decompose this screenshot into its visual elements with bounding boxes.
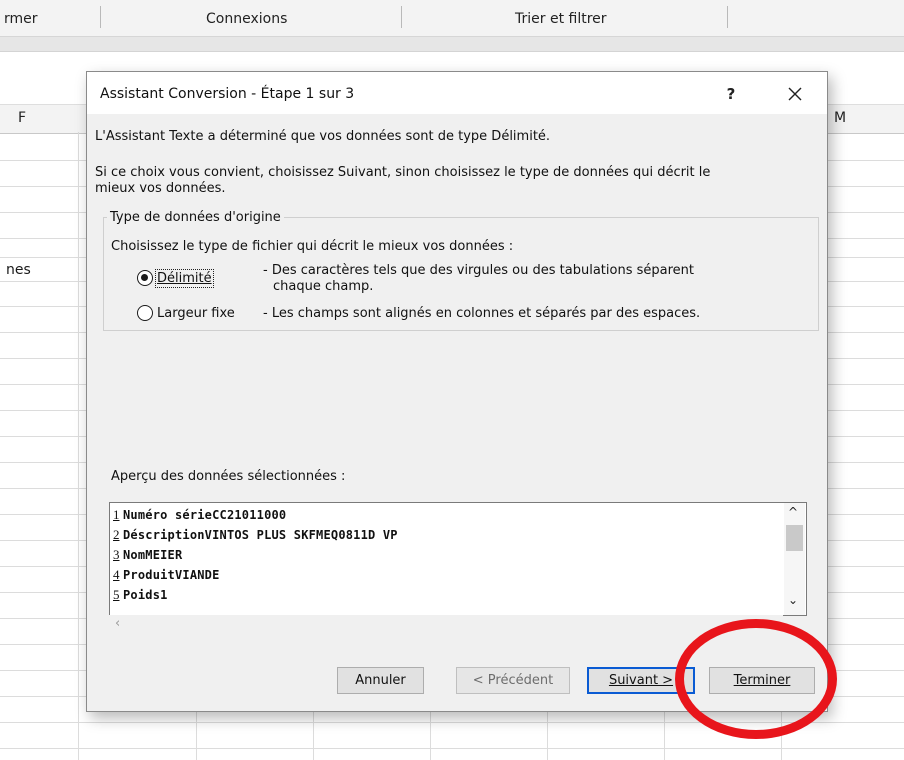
dialog-title: Assistant Conversion - Étape 1 sur 3 [100, 86, 355, 102]
file-type-prompt: Choisissez le type de fichier qui décrit… [111, 239, 514, 254]
delimited-description-line1: - Des caractères tels que des virgules o… [263, 263, 694, 278]
scrollbar-thumb[interactable] [786, 525, 803, 551]
close-icon[interactable] [781, 80, 809, 108]
preview-vertical-scrollbar[interactable]: ^ ⌄ [784, 503, 805, 615]
preview-row-text: Poids1 [123, 588, 168, 602]
preview-row: 5 Poids1 [110, 587, 398, 607]
next-button-label: Suivant > [608, 673, 674, 688]
ribbon-group-labels: rmer Connexions Trier et filtrer [0, 0, 904, 37]
radio-selected-dot [141, 274, 148, 281]
preview-row-text: ProduitVIANDE [123, 568, 220, 582]
preview-row-text: NomMEIER [123, 548, 183, 562]
preview-row: 4 ProduitVIANDE [110, 567, 398, 587]
preview-row-number: 5 [113, 587, 120, 602]
preview-row: 1 Numéro sérieCC21011000 [110, 507, 398, 527]
preview-row-number: 2 [113, 527, 120, 542]
data-preview-box[interactable]: 1 Numéro sérieCC21011000 2 DéscriptionVINT… [109, 502, 807, 616]
help-button[interactable]: ? [719, 82, 743, 106]
ribbon-group-trier-filtrer: Trier et filtrer [515, 11, 607, 27]
column-header-m[interactable]: M [834, 110, 846, 126]
previous-button[interactable]: < Précédent [456, 667, 570, 694]
delimited-description-line2: chaque champ. [273, 279, 374, 294]
fixed-width-radio[interactable] [137, 305, 153, 321]
ribbon-separator [401, 6, 402, 28]
scroll-down-arrow-icon[interactable]: ⌄ [788, 593, 798, 607]
formula-bar-strip [0, 37, 904, 52]
scroll-left-arrow-icon[interactable]: ‹ [115, 616, 120, 631]
grid-row-line [0, 748, 904, 749]
preview-row-number: 1 [113, 507, 120, 522]
preview-row-text: DéscriptionVINTOS PLUS SKFMEQ0811D VP [123, 528, 398, 542]
intro-instruction-line2: mieux vos données. [95, 181, 226, 196]
intro-detected-type: L'Assistant Texte a déterminé que vos do… [95, 129, 551, 144]
preview-rows: 1 Numéro sérieCC21011000 2 DéscriptionVINT… [110, 507, 398, 607]
cancel-button[interactable]: Annuler [337, 667, 424, 694]
preview-horizontal-scrollbar[interactable]: ‹ [109, 615, 783, 633]
ribbon-group-transformer: rmer [4, 11, 38, 27]
fixed-width-description: - Les champs sont alignés en colonnes et… [263, 306, 701, 321]
ribbon-separator [100, 6, 101, 28]
preview-row: 2 DéscriptionVINTOS PLUS SKFMEQ0811D VP [110, 527, 398, 547]
delimited-label-text: Délimité [157, 271, 212, 286]
delimited-radio-label[interactable]: Délimité [155, 269, 214, 288]
red-highlight-circle [675, 619, 837, 739]
delimited-radio[interactable] [137, 270, 153, 286]
fixed-width-radio-label[interactable]: Largeur fixe [157, 306, 235, 321]
ribbon-group-connexions: Connexions [206, 11, 288, 27]
preview-row: 3 NomMEIER [110, 547, 398, 567]
scroll-up-arrow-icon[interactable]: ^ [788, 505, 798, 519]
column-header-f[interactable]: F [18, 110, 26, 126]
preview-label: Aperçu des données sélectionnées : [111, 469, 346, 484]
grid-column-line [78, 132, 79, 760]
text-import-wizard-dialog: Assistant Conversion - Étape 1 sur 3 ? L… [86, 71, 828, 712]
groupbox-legend: Type de données d'origine [107, 210, 284, 225]
preview-row-text: Numéro sérieCC21011000 [123, 508, 287, 522]
ribbon-separator [727, 6, 728, 28]
preview-row-number: 4 [113, 567, 120, 582]
intro-instruction-line1: Si ce choix vous convient, choisissez Su… [95, 165, 711, 180]
cell-text-fragment[interactable]: nes [6, 262, 31, 278]
preview-row-number: 3 [113, 547, 120, 562]
dialog-titlebar[interactable]: Assistant Conversion - Étape 1 sur 3 ? [87, 72, 827, 114]
